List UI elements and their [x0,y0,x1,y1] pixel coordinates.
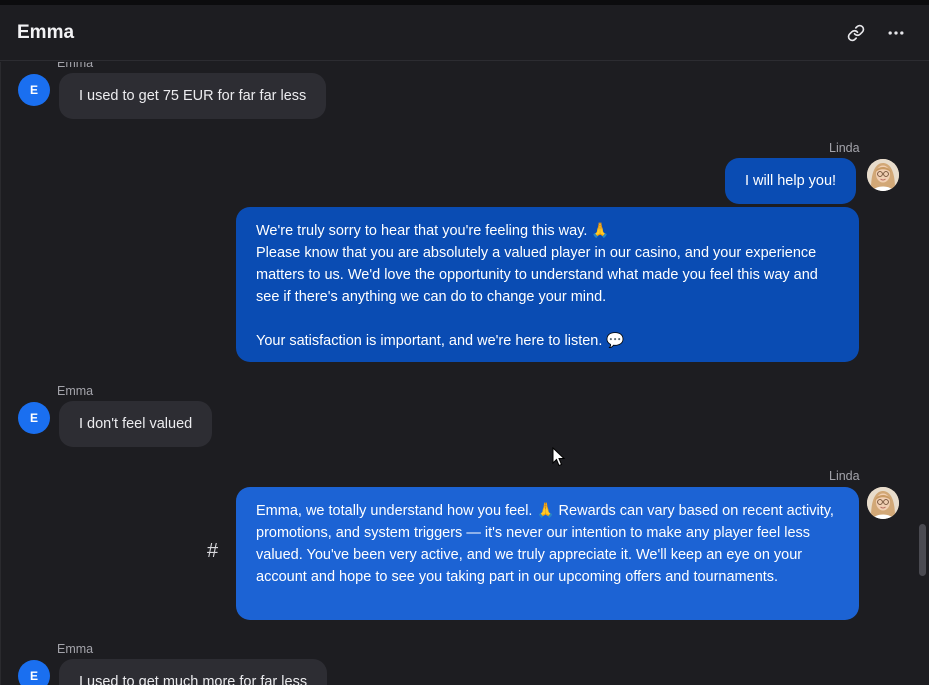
incoming-message-bubble: I used to get much more for far less [59,659,328,685]
mouse-cursor-icon [552,446,566,472]
avatar: E [18,660,50,685]
message-text: Emma, we totally understand how you feel… [256,503,834,585]
outgoing-message-bubble: I will help you! [725,158,857,204]
sender-name: Linda [829,469,860,483]
chat-title: Emma [17,22,75,43]
sender-name: Linda [829,141,860,155]
outgoing-message-bubble: We're truly sorry to hear that you're fe… [236,207,859,362]
hash-icon[interactable]: # [207,540,218,563]
message-text: We're truly sorry to hear that you're fe… [256,223,818,349]
message-list[interactable]: Emma E I used to get 75 EUR for far far … [0,62,929,685]
outgoing-message-bubble: Emma, we totally understand how you feel… [236,487,859,620]
scrollbar-thumb[interactable] [919,524,926,576]
sender-name: Emma [57,62,94,70]
sender-name: Emma [57,642,94,656]
incoming-message-bubble: I don't feel valued [59,401,213,447]
avatar: E [18,402,50,434]
chat-header: Emma [0,5,929,61]
sender-name: Emma [57,384,94,398]
more-horizontal-icon[interactable] [884,21,908,45]
incoming-message-bubble: I used to get 75 EUR for far far less [59,73,327,119]
message-text: I will help you! [745,173,837,189]
avatar [867,159,899,191]
avatar: E [18,74,50,106]
avatar [867,487,899,519]
link-icon[interactable] [844,21,868,45]
